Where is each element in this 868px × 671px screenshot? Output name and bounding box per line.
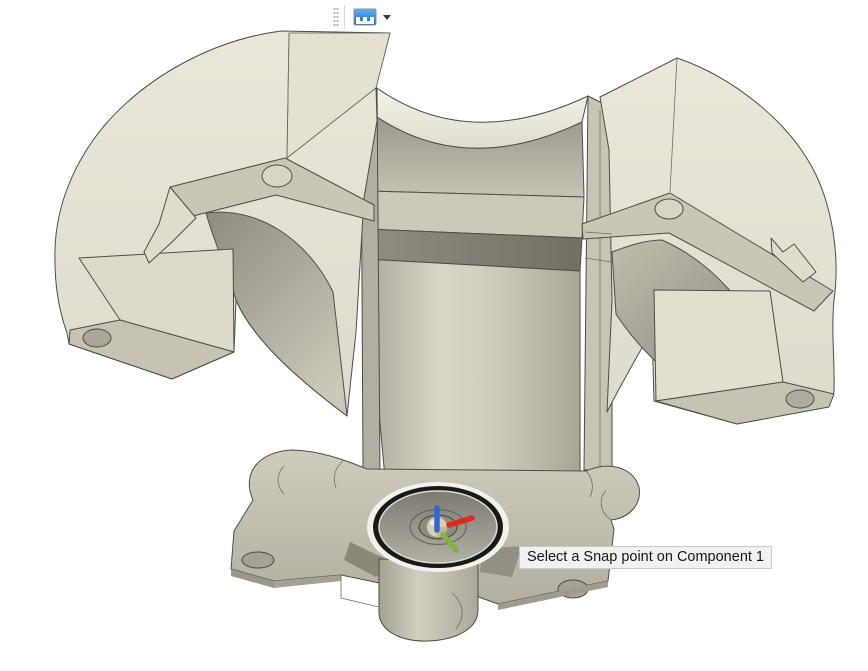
left-box-hole[interactable]: [82, 328, 112, 348]
right-ledge-hole[interactable]: [654, 198, 684, 220]
left-tab-hole[interactable]: [241, 551, 275, 569]
right-box-hole[interactable]: [785, 389, 815, 409]
cad-viewport[interactable]: Select a Snap point on Component 1: [0, 0, 868, 671]
channel-right-wall[interactable]: [583, 95, 613, 471]
snap-tool-button[interactable]: [350, 6, 394, 28]
floating-toolbar[interactable]: [333, 3, 394, 31]
toolbar-separator: [344, 5, 345, 29]
center-column[interactable]: [364, 258, 581, 479]
drag-handle-icon[interactable]: [333, 6, 339, 28]
model-canvas[interactable]: [0, 0, 868, 671]
snap-point-indicator[interactable]: [367, 482, 509, 572]
snap-prompt-text: Select a Snap point on Component 1: [527, 549, 764, 565]
left-ledge-hole[interactable]: [261, 164, 293, 188]
right-box-front-face[interactable]: [653, 289, 784, 402]
snap-prompt-tooltip: Select a Snap point on Component 1: [519, 546, 772, 569]
snap-point-tool-icon: [353, 8, 377, 26]
right-wing[interactable]: [581, 57, 837, 425]
left-wing[interactable]: [54, 30, 391, 417]
dropdown-caret-icon[interactable]: [383, 14, 391, 20]
center-channel[interactable]: [360, 85, 613, 479]
